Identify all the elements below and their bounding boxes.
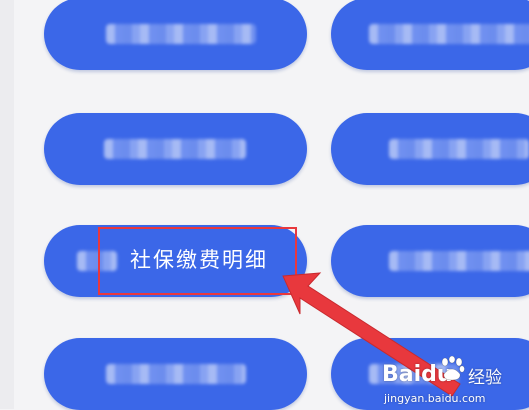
annotation-arrow: [282, 272, 461, 397]
jingyan-brand: 经验: [468, 368, 502, 388]
paw-icon: [441, 356, 465, 381]
baidu-jingyan-watermark: Baidu 经验 jingyan.baidu.com: [382, 352, 529, 409]
watermark-url: jingyan.baidu.com: [384, 392, 486, 405]
